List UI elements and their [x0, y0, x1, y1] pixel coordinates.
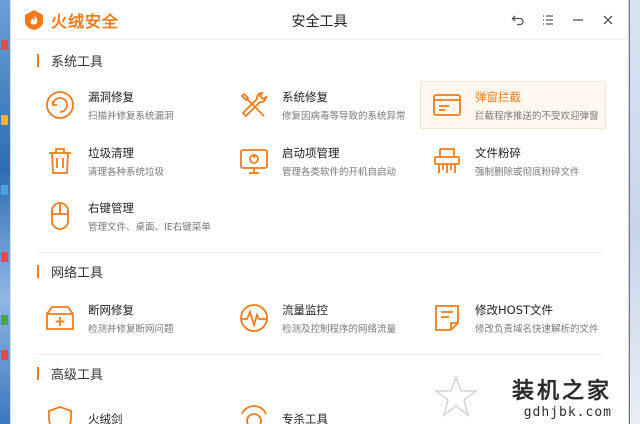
wrench-screwdriver-icon — [236, 87, 272, 123]
shield-icon — [42, 402, 78, 424]
tool-name: 专杀工具 — [282, 411, 328, 424]
shredder-icon — [429, 143, 465, 179]
minimize-icon[interactable] — [568, 10, 588, 30]
tools-content: 系统工具 漏洞修复 扫描并修复系统漏洞 系统修复 修复因病毒等导致的系统异常 弹… — [11, 41, 628, 424]
tool-desc: 检测及控制程序的网络流量 — [282, 323, 397, 335]
tool-name: 右键管理 — [88, 200, 134, 215]
desktop-icon — [1, 185, 8, 195]
tool-traffic-monitor[interactable]: 流量监控 检测及控制程序的网络流量 — [227, 294, 413, 342]
startup-monitor-icon — [236, 143, 272, 179]
tool-context-menu-manager[interactable]: 右键管理 管理文件、桌面、IE右键菜单 — [33, 192, 219, 240]
mouse-icon — [42, 198, 78, 234]
desktop-icon — [1, 40, 8, 50]
section-divider — [35, 252, 604, 253]
desktop-icon — [1, 252, 8, 262]
desktop-icon — [1, 350, 8, 360]
trash-icon — [42, 143, 78, 179]
section-divider — [35, 354, 604, 355]
section-label: 系统工具 — [51, 54, 104, 70]
traffic-monitor-icon — [236, 300, 272, 336]
host-file-icon — [429, 300, 465, 336]
section-title-advanced: 高级工具 — [37, 365, 104, 383]
tool-name: 火绒剑 — [88, 411, 123, 424]
tool-desc: 管理各类软件的开机自启动 — [282, 166, 397, 178]
back-icon[interactable] — [508, 10, 528, 30]
section-accent-bar — [37, 53, 39, 67]
tool-name: 启动项管理 — [282, 145, 340, 160]
watermark-star-icon — [434, 374, 478, 417]
section-accent-bar — [37, 366, 39, 380]
tool-huorong-sword[interactable]: 火绒剑 — [33, 396, 219, 424]
tool-desc: 检测并修复断网问题 — [88, 323, 174, 335]
tool-special-kill[interactable]: 专杀工具 — [227, 396, 413, 424]
network-repair-icon — [42, 300, 78, 336]
watermark: 装机之家 gdhjbk.com — [512, 373, 612, 420]
title-bar[interactable]: 火绒安全 安全工具 — [11, 0, 628, 40]
tool-popup-block[interactable]: 弹窗拦截 拦截程序推送的不受欢迎弹窗 — [420, 81, 606, 129]
desktop-right-edge — [630, 0, 640, 424]
section-accent-bar — [37, 264, 39, 278]
tool-startup-manager[interactable]: 启动项管理 管理各类软件的开机自启动 — [227, 137, 413, 185]
tool-desc: 拦截程序推送的不受欢迎弹窗 — [475, 110, 599, 122]
tool-desc: 清理各种系统垃圾 — [88, 166, 165, 178]
tool-system-repair[interactable]: 系统修复 修复因病毒等导致的系统异常 — [227, 81, 413, 129]
close-icon[interactable] — [598, 10, 618, 30]
tool-name: 修改HOST文件 — [475, 302, 554, 317]
popup-window-icon — [429, 87, 465, 123]
tool-network-repair[interactable]: 断网修复 检测并修复断网问题 — [33, 294, 219, 342]
tool-desc: 扫描并修复系统漏洞 — [88, 110, 174, 122]
vuln-repair-icon — [42, 87, 78, 123]
tool-name: 弹窗拦截 — [475, 89, 521, 104]
tool-name: 文件粉碎 — [475, 145, 521, 160]
tool-desc: 管理文件、桌面、IE右键菜单 — [88, 221, 211, 233]
tool-name: 系统修复 — [282, 89, 328, 104]
window-controls — [508, 10, 618, 30]
desktop-icon — [1, 315, 8, 325]
section-title-system: 系统工具 — [37, 52, 104, 70]
tool-name: 漏洞修复 — [88, 89, 134, 104]
tool-vuln-repair[interactable]: 漏洞修复 扫描并修复系统漏洞 — [33, 81, 219, 129]
tool-desc: 修改负责域名快速解析的文件 — [475, 323, 599, 335]
tool-desc: 修复因病毒等导致的系统异常 — [282, 110, 406, 122]
tool-edit-host[interactable]: 修改HOST文件 修改负责域名快速解析的文件 — [420, 294, 606, 342]
watermark-main: 装机之家 — [511, 378, 612, 404]
tool-file-shredder[interactable]: 文件粉碎 强制删除或彻底粉碎文件 — [420, 137, 606, 185]
menu-icon[interactable] — [538, 10, 558, 30]
tool-name: 流量监控 — [282, 302, 328, 317]
watermark-sub: gdhjbk.com — [523, 405, 612, 420]
scan-icon — [236, 402, 272, 424]
section-title-network: 网络工具 — [37, 263, 104, 281]
tool-name: 断网修复 — [88, 302, 134, 317]
desktop-left-edge — [0, 0, 10, 424]
tool-desc: 强制删除或彻底粉碎文件 — [475, 166, 580, 178]
section-label: 网络工具 — [51, 265, 104, 281]
tool-name: 垃圾清理 — [88, 145, 134, 160]
section-label: 高级工具 — [51, 367, 104, 383]
desktop-icon — [1, 115, 8, 125]
security-tools-window: 火绒安全 安全工具 系统工具 漏洞修复 扫描并修复系统漏洞 系统修复 修复因病毒… — [10, 0, 629, 424]
tool-junk-clean[interactable]: 垃圾清理 清理各种系统垃圾 — [33, 137, 219, 185]
